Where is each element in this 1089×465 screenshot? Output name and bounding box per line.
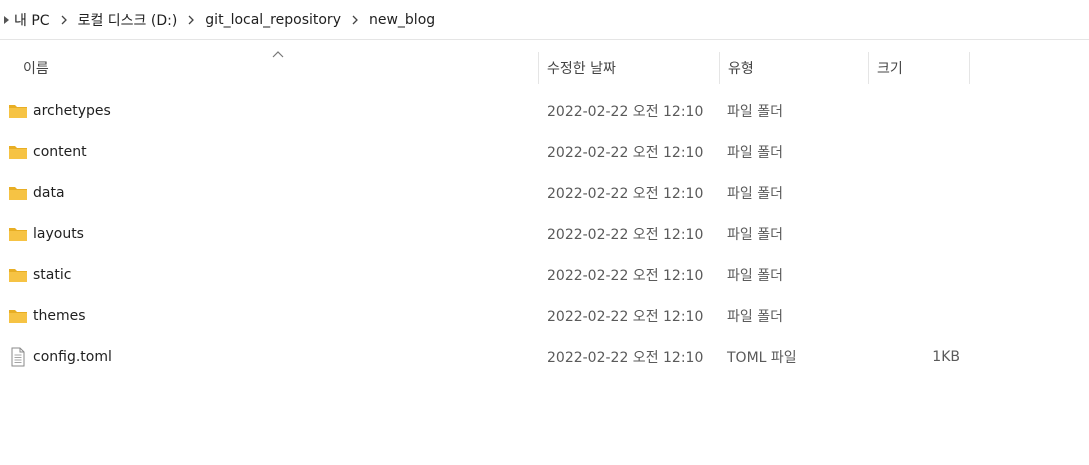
breadcrumb-item-new-blog[interactable]: new_blog (367, 12, 437, 28)
folder-icon (8, 307, 28, 325)
file-date: 2022-02-22 오전 12:10 (547, 226, 704, 243)
file-row-static[interactable]: static 2022-02-22 오전 12:10 파일 폴더 (0, 254, 1089, 295)
file-row-data[interactable]: data 2022-02-22 오전 12:10 파일 폴더 (0, 172, 1089, 213)
file-type: 파일 폴더 (727, 308, 783, 325)
file-type: 파일 폴더 (727, 267, 783, 284)
file-date: 2022-02-22 오전 12:10 (547, 144, 704, 161)
folder-icon (8, 102, 28, 120)
breadcrumb-item-local-disk[interactable]: 로컬 디스크 (D:) (76, 10, 180, 30)
file-name: archetypes (33, 102, 111, 119)
file-row-content[interactable]: content 2022-02-22 오전 12:10 파일 폴더 (0, 131, 1089, 172)
folder-icon (8, 266, 28, 284)
column-header-row: 이름 수정한 날짜 유형 크기 (0, 48, 1089, 88)
file-row-layouts[interactable]: layouts 2022-02-22 오전 12:10 파일 폴더 (0, 213, 1089, 254)
file-type: TOML 파일 (727, 349, 797, 366)
file-name: themes (33, 307, 86, 324)
file-name: static (33, 266, 72, 283)
file-date: 2022-02-22 오전 12:10 (547, 267, 704, 284)
file-date: 2022-02-22 오전 12:10 (547, 349, 704, 366)
breadcrumb-lead-chevron-icon[interactable] (0, 15, 12, 24)
breadcrumb-chevron-icon[interactable] (52, 15, 76, 25)
folder-icon (8, 184, 28, 202)
file-row-themes[interactable]: themes 2022-02-22 오전 12:10 파일 폴더 (0, 295, 1089, 336)
breadcrumb-chevron-icon[interactable] (343, 15, 367, 25)
folder-icon (8, 143, 28, 161)
file-type: 파일 폴더 (727, 226, 783, 243)
file-name: layouts (33, 225, 84, 242)
file-name: data (33, 184, 65, 201)
breadcrumb: 내 PC 로컬 디스크 (D:) git_local_repository ne… (0, 0, 1089, 40)
file-size (876, 254, 960, 295)
file-size (876, 131, 960, 172)
breadcrumb-item-my-pc[interactable]: 내 PC (12, 10, 52, 30)
folder-icon (8, 225, 28, 243)
column-header-date[interactable]: 수정한 날짜 (539, 48, 719, 88)
file-icon (8, 347, 28, 366)
column-header-type[interactable]: 유형 (720, 48, 868, 88)
file-type: 파일 폴더 (727, 103, 783, 120)
file-date: 2022-02-22 오전 12:10 (547, 308, 704, 325)
file-list: archetypes 2022-02-22 오전 12:10 파일 폴더 con… (0, 90, 1089, 377)
file-name: content (33, 143, 87, 160)
file-type: 파일 폴더 (727, 144, 783, 161)
file-size (876, 295, 960, 336)
column-header-size[interactable]: 크기 (869, 48, 969, 88)
file-size (876, 213, 960, 254)
file-date: 2022-02-22 오전 12:10 (547, 185, 704, 202)
file-row-archetypes[interactable]: archetypes 2022-02-22 오전 12:10 파일 폴더 (0, 90, 1089, 131)
file-date: 2022-02-22 오전 12:10 (547, 103, 704, 120)
breadcrumb-item-git-local-repository[interactable]: git_local_repository (203, 12, 343, 28)
file-type: 파일 폴더 (727, 185, 783, 202)
file-name: config.toml (33, 348, 112, 365)
file-row-config-toml[interactable]: config.toml 2022-02-22 오전 12:10 TOML 파일 … (0, 336, 1089, 377)
column-header-name[interactable]: 이름 (15, 48, 537, 88)
breadcrumb-chevron-icon[interactable] (179, 15, 203, 25)
file-size (876, 90, 960, 131)
file-size (876, 172, 960, 213)
column-divider[interactable] (969, 52, 970, 84)
file-size: 1KB (932, 348, 960, 365)
